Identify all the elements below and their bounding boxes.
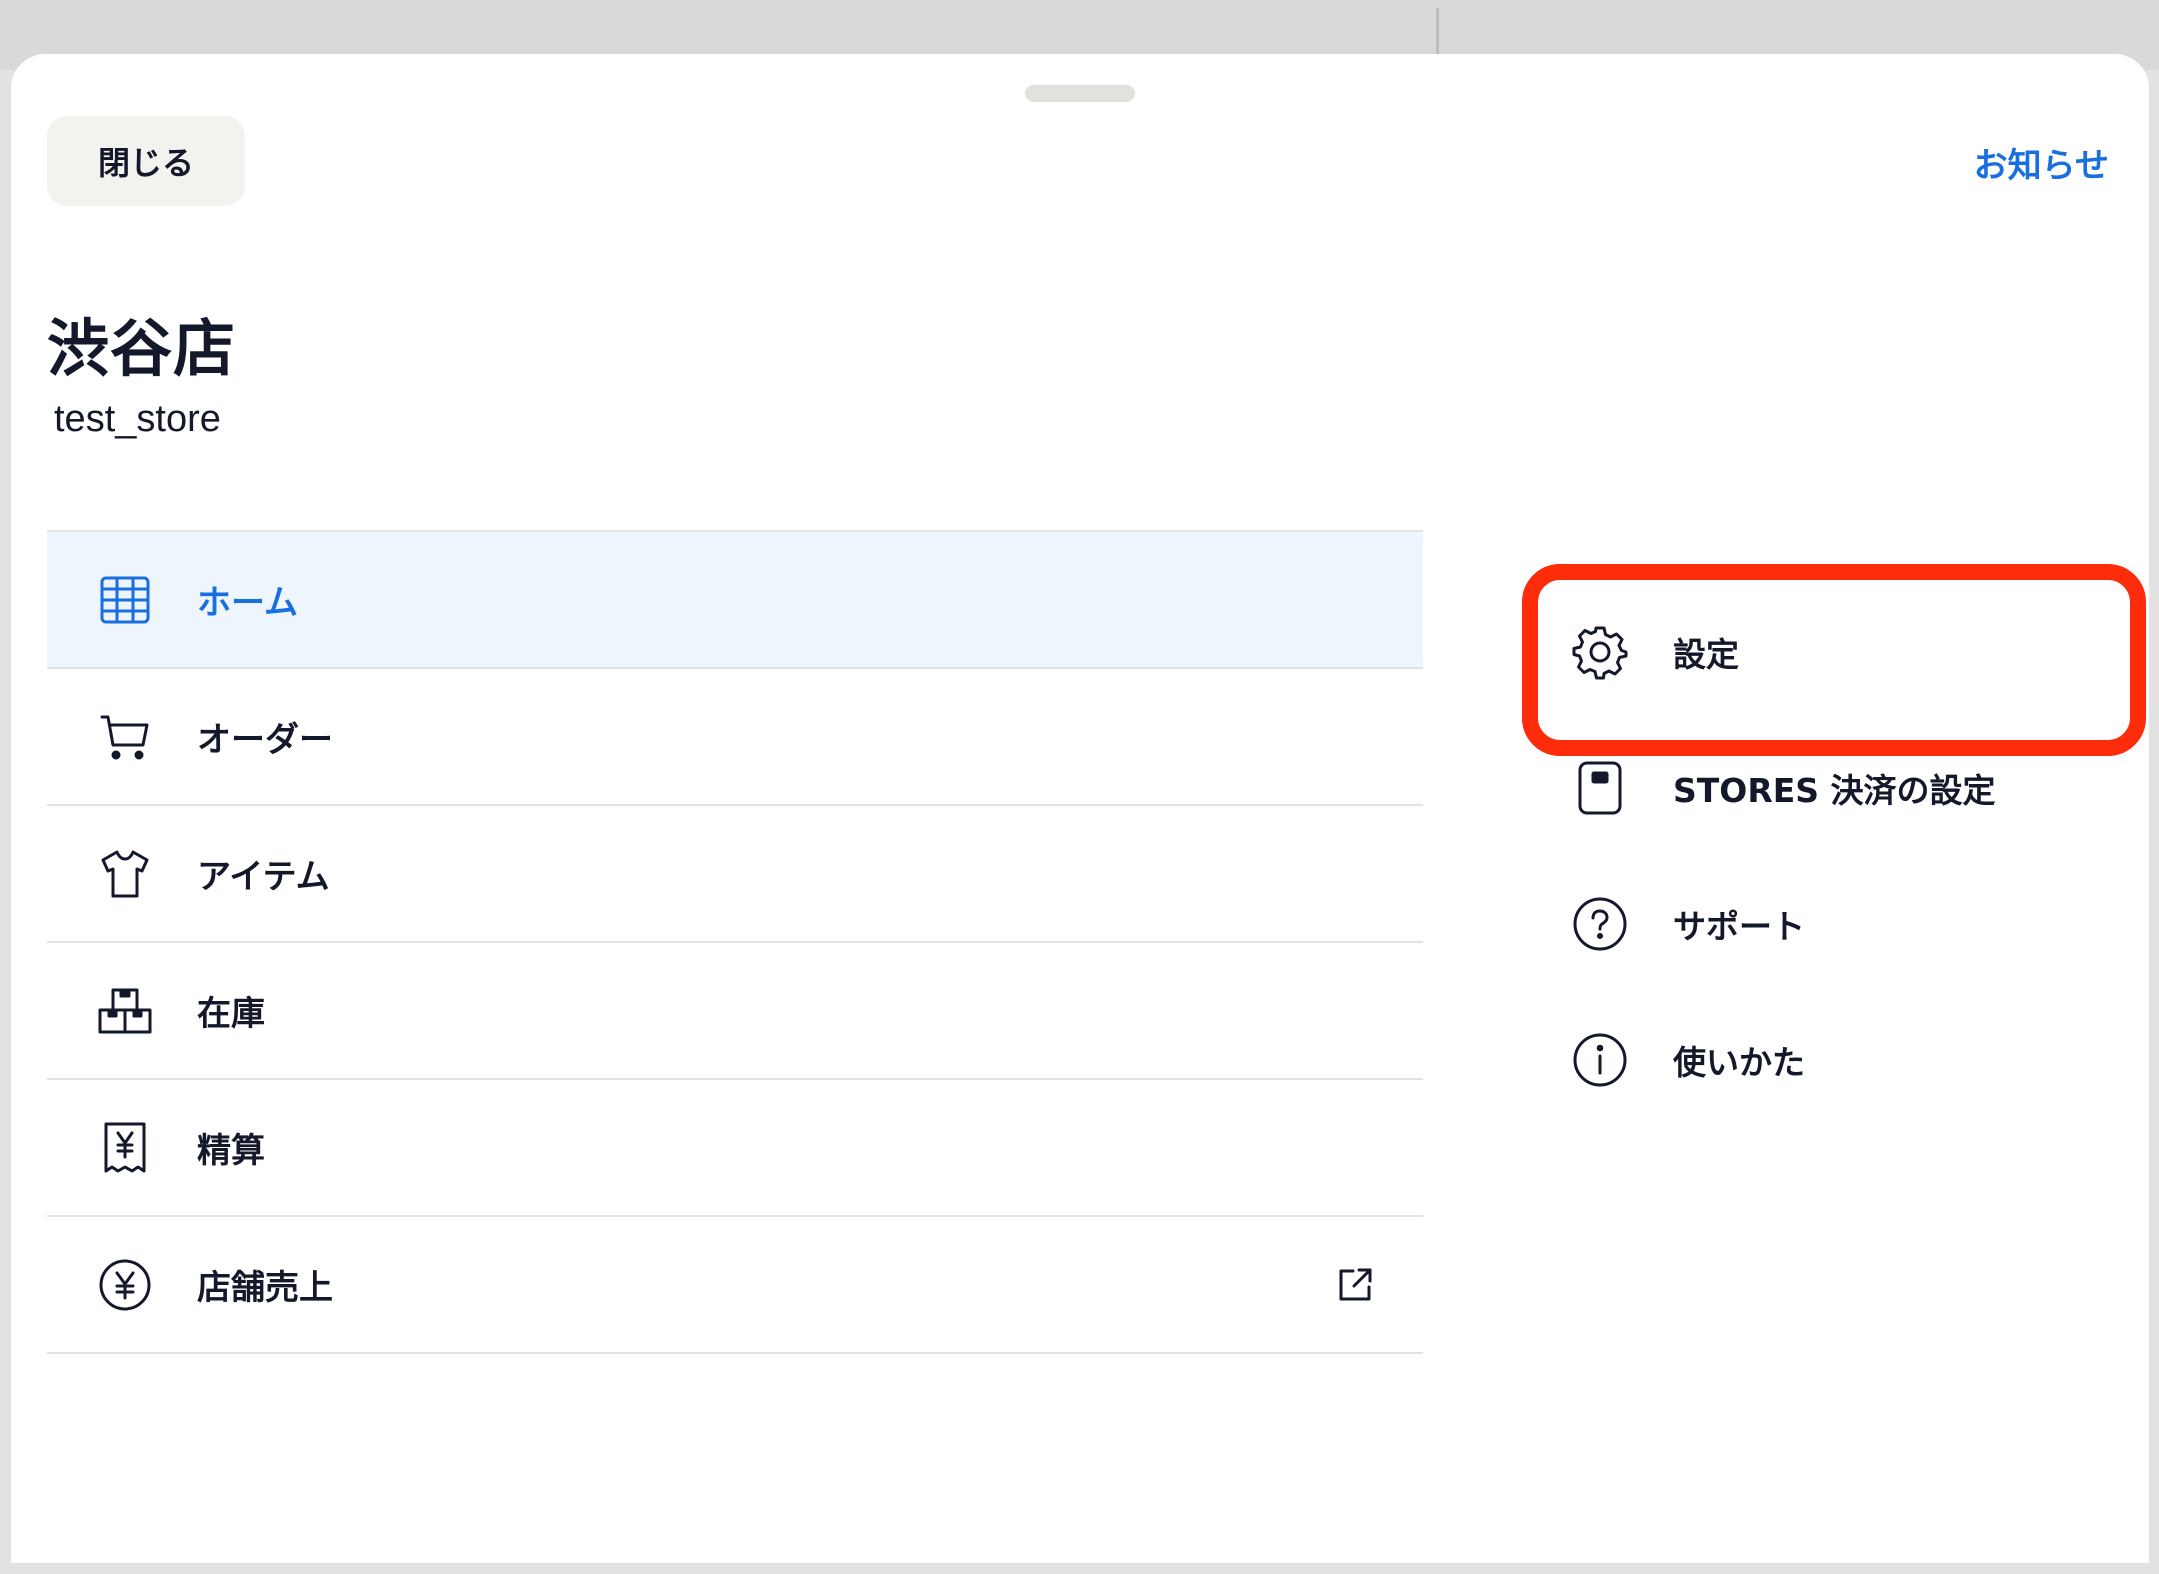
side-item-how-to-use[interactable]: 使いかた [1571,992,2111,1128]
side-item-stores-payment-settings[interactable]: STORES 決済の設定 [1571,720,2111,856]
store-name: 渋谷店 [47,312,237,385]
nav-label-orders: オーダー [197,720,333,760]
side-label-how-to-use: 使いかた [1673,1043,1805,1082]
nav-label-settlement: 精算 [197,1131,265,1171]
nav-item-settlement[interactable]: 精算 [47,1080,1423,1217]
nav-item-store-sales[interactable]: 店舗売上 [47,1217,1423,1354]
nav-item-items[interactable]: アイテム [47,806,1423,943]
notice-link[interactable]: お知らせ [1974,138,2109,187]
card-reader-icon [1571,759,1629,817]
nav-item-inventory[interactable]: 在庫 [47,943,1423,1080]
secondary-nav-list: 設定 STORES 決済の設定 サポート 使いかた [1571,584,2111,1128]
main-nav-list: ホーム オーダー アイテム 在庫 精算 店舗売上 [47,530,1423,1354]
close-button[interactable]: 閉じる [47,116,245,206]
side-item-support[interactable]: サポート [1571,856,2111,992]
sheet-grabber[interactable] [1025,85,1135,102]
yen-circle-icon [97,1257,153,1313]
cart-icon [97,709,153,765]
nav-label-inventory: 在庫 [197,994,265,1034]
nav-label-items: アイテム [197,857,330,897]
nav-label-store-sales: 店舗売上 [197,1268,333,1308]
gear-icon [1571,623,1629,681]
store-id: test_store [54,398,221,440]
shirt-icon [97,846,153,902]
info-circle-icon [1571,1031,1629,1089]
question-circle-icon [1571,895,1629,953]
boxes-icon [97,983,153,1039]
side-item-settings[interactable]: 設定 [1571,584,2111,720]
external-link-icon [1335,1265,1375,1305]
nav-item-home[interactable]: ホーム [47,532,1423,669]
grid-icon [97,572,153,628]
side-label-stores-payment-settings: STORES 決済の設定 [1673,771,1996,810]
nav-item-orders[interactable]: オーダー [47,669,1423,806]
side-label-settings: 設定 [1673,635,1739,674]
receipt-yen-icon [97,1120,153,1176]
menu-sheet: 閉じる お知らせ 渋谷店 test_store ホーム オーダー アイテム 在庫… [11,54,2149,1563]
side-label-support: サポート [1673,907,1805,946]
nav-label-home: ホーム [197,583,298,623]
